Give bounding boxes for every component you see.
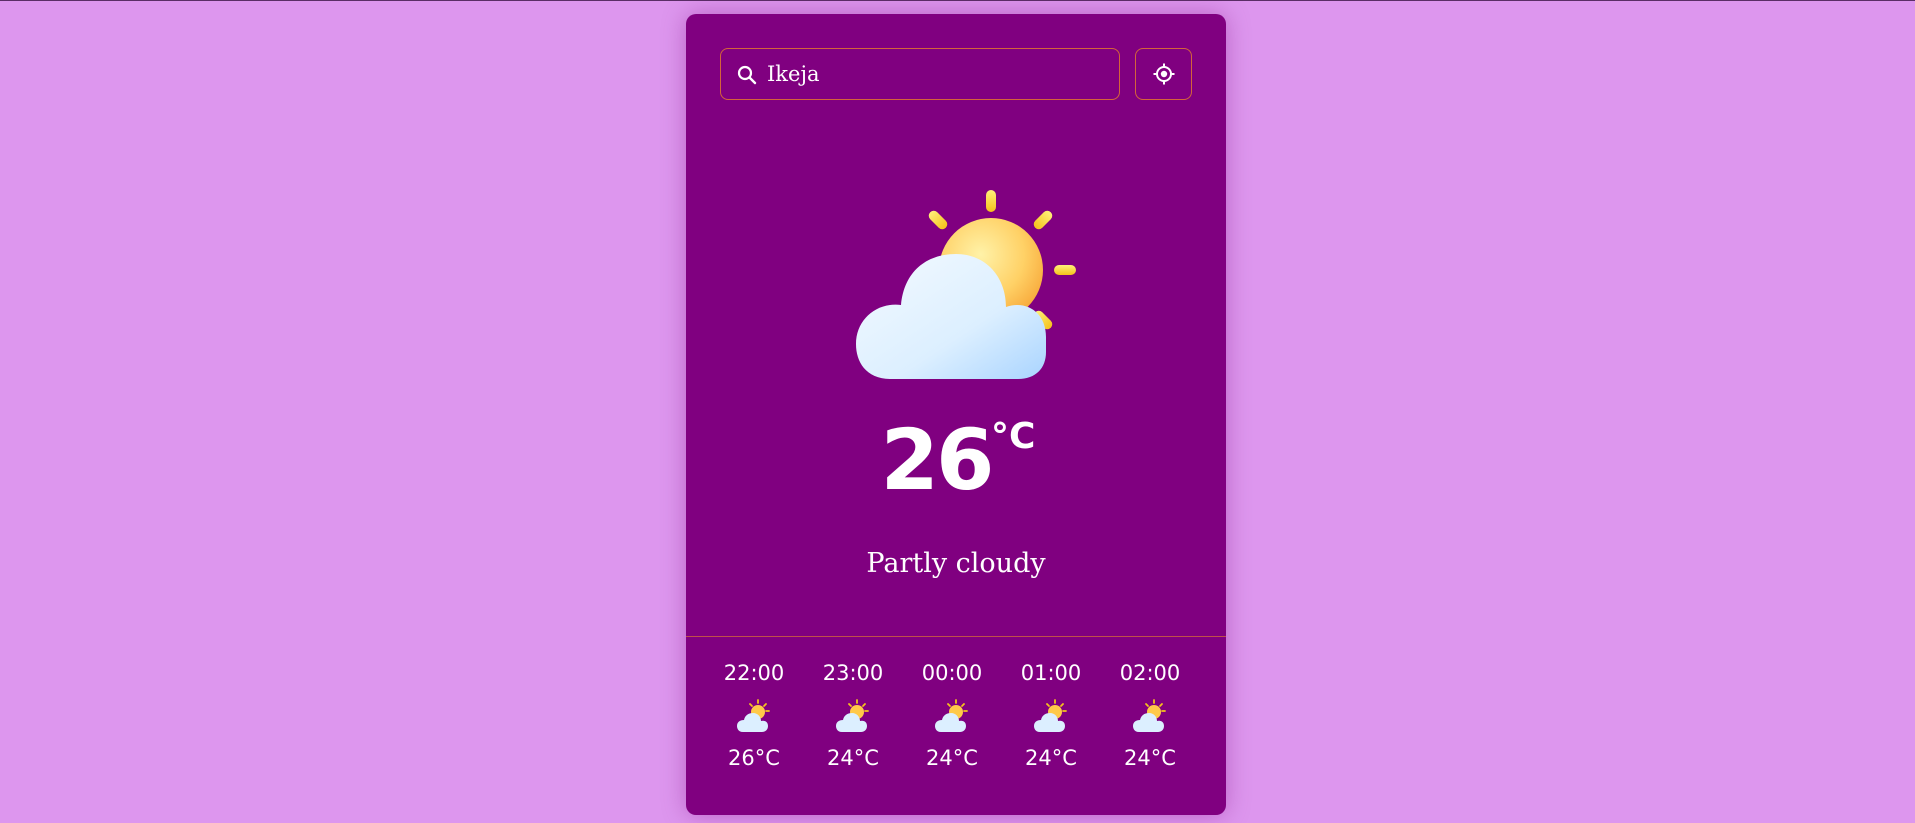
temperature-unit: °C xyxy=(991,416,1036,457)
current-location-button[interactable] xyxy=(1135,48,1192,100)
hour-temperature: 24°C xyxy=(1124,746,1176,770)
search-icon xyxy=(737,65,757,85)
search-input[interactable] xyxy=(767,57,1107,91)
hourly-item: 00:00 24°C xyxy=(907,658,997,770)
divider xyxy=(686,636,1226,637)
hour-temperature: 26°C xyxy=(728,746,780,770)
hourly-item: 22:00 26°C xyxy=(709,658,799,770)
partly-cloudy-icon xyxy=(935,699,968,732)
hourly-item: 01:00 24°C xyxy=(1006,658,1096,770)
hour-time: 22:00 xyxy=(723,661,785,685)
hourly-forecast: 22:00 26°C 23:00 24°C 00:00 24°C 01:00 2… xyxy=(709,658,1199,798)
partly-cloudy-icon xyxy=(1034,699,1067,732)
hourly-item: 23:00 24°C xyxy=(808,658,898,770)
hour-time: 23:00 xyxy=(822,661,884,685)
partly-cloudy-icon xyxy=(737,699,770,732)
hour-temperature: 24°C xyxy=(926,746,978,770)
hour-temperature: 24°C xyxy=(1025,746,1077,770)
partly-cloudy-icon xyxy=(1133,699,1166,732)
hour-time: 00:00 xyxy=(921,661,983,685)
crosshair-icon xyxy=(1153,63,1174,85)
partly-cloudy-icon xyxy=(856,190,1076,379)
hourly-item: 02:00 24°C xyxy=(1105,658,1195,770)
window-top-border xyxy=(0,0,1915,1)
hour-time: 01:00 xyxy=(1020,661,1082,685)
partly-cloudy-icon xyxy=(836,699,869,732)
search-box[interactable] xyxy=(720,48,1120,100)
temperature-value: 26 xyxy=(880,411,995,509)
hour-time: 02:00 xyxy=(1119,661,1181,685)
weather-condition: Partly cloudy xyxy=(866,548,1046,579)
weather-card: 26 °C Partly cloudy 22:00 26°C 23:00 xyxy=(686,14,1226,815)
hour-temperature: 24°C xyxy=(827,746,879,770)
current-temperature: 26 °C xyxy=(686,410,1226,510)
